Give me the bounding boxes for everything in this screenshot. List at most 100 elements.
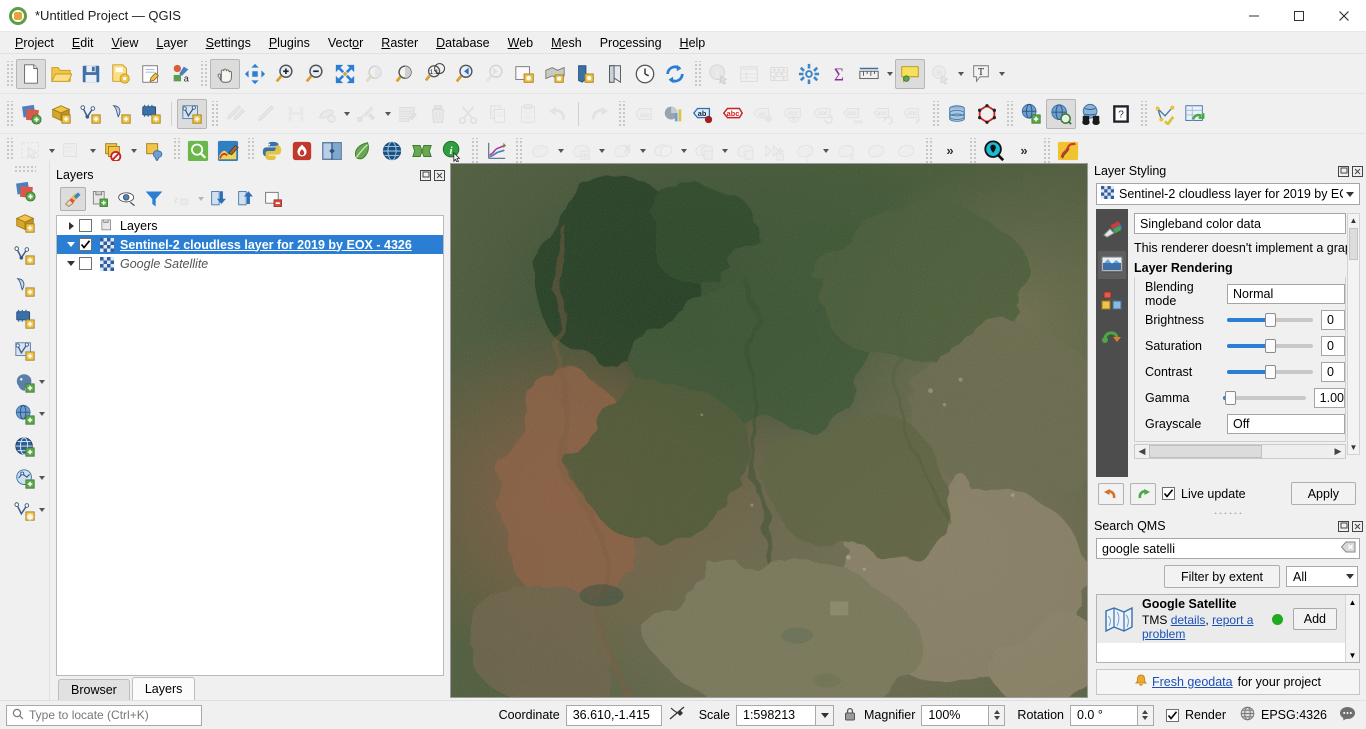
- measure-line-icon[interactable]: [854, 59, 884, 89]
- add-raster-layer-icon[interactable]: [3, 207, 47, 239]
- new-project-icon[interactable]: [16, 58, 46, 89]
- diagram-icon[interactable]: [658, 99, 688, 129]
- save-project-icon[interactable]: [76, 59, 106, 89]
- toolbar-grip[interactable]: [172, 137, 180, 164]
- toolbar-grip[interactable]: [210, 100, 218, 127]
- rotation-stepper[interactable]: [1137, 704, 1154, 726]
- clear-search-icon[interactable]: [1340, 541, 1356, 556]
- filter-legend-icon[interactable]: [141, 187, 167, 211]
- scroll-down-icon[interactable]: ▼: [1348, 441, 1359, 454]
- styling-horizontal-scrollbar[interactable]: ◀ ▶: [1134, 444, 1346, 459]
- add-vectortile-layer-icon[interactable]: [3, 463, 47, 495]
- menu-edit[interactable]: Edit: [63, 34, 103, 52]
- transparency-histogram-icon[interactable]: [1098, 251, 1126, 279]
- layer-visibility-checkbox[interactable]: [79, 238, 92, 251]
- layer-visibility-checkbox[interactable]: [79, 219, 92, 232]
- scroll-up-icon[interactable]: ▲: [1348, 214, 1359, 227]
- close-button[interactable]: [1321, 0, 1366, 32]
- crs-globe-icon[interactable]: [1240, 706, 1255, 724]
- scroll-left-icon[interactable]: ◀: [1135, 446, 1149, 457]
- new-shapefile-layer-icon[interactable]: [3, 335, 47, 367]
- qms-details-link[interactable]: details: [1171, 613, 1206, 627]
- rotation-field[interactable]: 0.0 °: [1069, 704, 1138, 726]
- coordinate-field[interactable]: 36.610,-1.415: [565, 704, 662, 726]
- symbology-brush-icon[interactable]: [1098, 215, 1126, 243]
- minimize-button[interactable]: [1231, 0, 1276, 32]
- chevron-down-icon[interactable]: [38, 412, 45, 416]
- scroll-right-icon[interactable]: ▶: [1331, 446, 1345, 457]
- sum-sigma-icon[interactable]: Σ: [824, 59, 854, 89]
- add-postgis-layer-icon[interactable]: [3, 367, 47, 399]
- style-manager-icon[interactable]: a: [166, 59, 196, 89]
- close-panel-icon[interactable]: [1350, 519, 1364, 533]
- toolbar-grip[interactable]: [5, 60, 13, 87]
- pan-to-selection-icon[interactable]: [240, 59, 270, 89]
- qms-filter-select[interactable]: All: [1286, 566, 1358, 587]
- toolbar-grip[interactable]: [5, 137, 13, 164]
- temporal-controller-icon[interactable]: [630, 59, 660, 89]
- add-group-icon[interactable]: [87, 187, 113, 211]
- chevron-down-icon[interactable]: [341, 99, 352, 129]
- menu-database[interactable]: Database: [427, 34, 499, 52]
- chevron-down-icon[interactable]: [63, 242, 79, 247]
- chevron-down-icon[interactable]: [382, 99, 393, 129]
- menu-plugins[interactable]: Plugins: [260, 34, 319, 52]
- menu-project[interactable]: Project: [6, 34, 63, 52]
- metasearch-icon[interactable]: [1046, 98, 1076, 129]
- render-checkbox[interactable]: [1165, 708, 1179, 722]
- pan-map-icon[interactable]: [210, 58, 240, 89]
- zoom-out-icon[interactable]: [300, 59, 330, 89]
- geometry-checker-icon[interactable]: [1150, 99, 1180, 129]
- qms-list-scrollbar[interactable]: ▲ ▼: [1345, 595, 1359, 662]
- renderer-combo[interactable]: Singleband color data: [1134, 213, 1346, 234]
- field-value[interactable]: 1.00: [1313, 388, 1345, 408]
- add-web-layer-icon[interactable]: [3, 431, 47, 463]
- chevron-down-icon[interactable]: [195, 184, 206, 214]
- field-value[interactable]: Off: [1227, 414, 1345, 434]
- field-value[interactable]: 0: [1321, 362, 1345, 382]
- toolbar-grip[interactable]: [1005, 100, 1013, 127]
- layer-visibility-checkbox[interactable]: [79, 257, 92, 270]
- expand-all-icon[interactable]: [207, 187, 233, 211]
- map-canvas[interactable]: [450, 163, 1088, 698]
- scroll-down-icon[interactable]: ▼: [1346, 648, 1359, 662]
- scale-dropdown-icon[interactable]: [816, 704, 834, 726]
- close-panel-icon[interactable]: [432, 168, 446, 182]
- apply-button[interactable]: Apply: [1290, 482, 1356, 505]
- pin-labels-icon[interactable]: ab: [688, 99, 718, 129]
- zoom-in-icon[interactable]: [270, 59, 300, 89]
- search-input[interactable]: Type to locate (Ctrl+K): [6, 704, 202, 726]
- layers-tree[interactable]: Layers Sentinel-2 cloudless layer for 201…: [56, 215, 444, 676]
- help-book-icon[interactable]: ?: [1106, 99, 1136, 129]
- map-tips-icon[interactable]: [895, 58, 925, 89]
- float-panel-icon[interactable]: [418, 168, 432, 182]
- field-slider[interactable]: [1227, 336, 1313, 356]
- menu-vector[interactable]: Vector: [319, 34, 372, 52]
- toolbar-grip[interactable]: [617, 100, 625, 127]
- field-value[interactable]: 0: [1321, 336, 1345, 356]
- save-project-as-icon[interactable]: [106, 59, 136, 89]
- menu-help[interactable]: Help: [671, 34, 715, 52]
- messages-icon[interactable]: [1339, 706, 1356, 724]
- close-panel-icon[interactable]: [1350, 164, 1364, 178]
- add-delimited-text-layer-icon[interactable]: [106, 99, 136, 129]
- collapse-all-icon[interactable]: [234, 187, 260, 211]
- globe-binocular-icon[interactable]: [1076, 99, 1106, 129]
- refresh-table-icon[interactable]: [1180, 99, 1210, 129]
- float-panel-icon[interactable]: [1336, 164, 1350, 178]
- field-value[interactable]: 0: [1321, 310, 1345, 330]
- add-raster-layer-icon[interactable]: [46, 99, 76, 129]
- field-value[interactable]: Normal: [1227, 284, 1345, 304]
- menu-layer[interactable]: Layer: [147, 34, 196, 52]
- histogram-icon[interactable]: [1098, 287, 1126, 315]
- field-slider[interactable]: [1227, 362, 1313, 382]
- tab-layers[interactable]: Layers: [131, 677, 196, 700]
- magnifier-stepper[interactable]: [989, 704, 1006, 726]
- zoom-to-layer-icon[interactable]: [390, 59, 420, 89]
- chevron-down-icon[interactable]: [884, 59, 895, 89]
- new-3d-map-view-icon[interactable]: [570, 59, 600, 89]
- add-delimited-text-layer-icon[interactable]: [3, 271, 47, 303]
- toolbar-grip[interactable]: [1042, 137, 1050, 164]
- toolbar-grip[interactable]: [199, 60, 207, 87]
- chevron-down-icon[interactable]: [38, 476, 45, 480]
